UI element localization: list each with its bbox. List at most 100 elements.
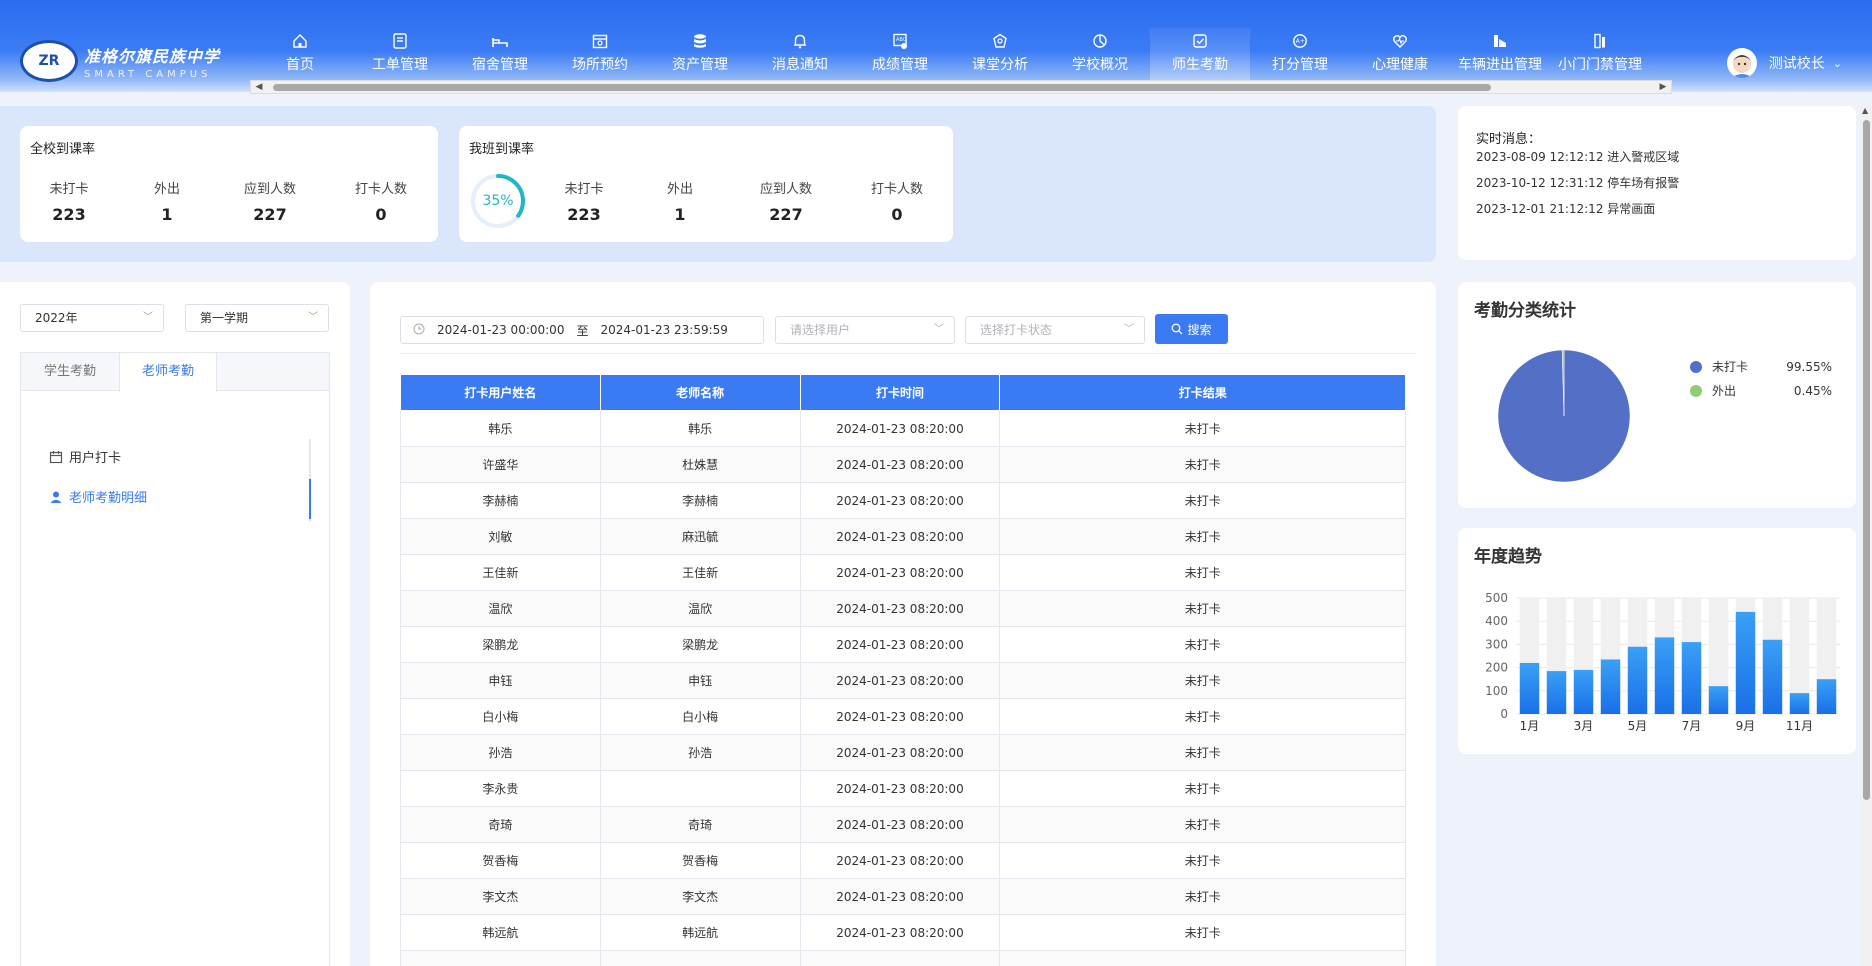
nav-item-10[interactable]: A+ 打分管理 — [1250, 28, 1350, 80]
bar[interactable] — [1789, 693, 1810, 714]
nav-item-label: 资产管理 — [672, 57, 728, 73]
nav-item-5[interactable]: 消息通知 — [750, 28, 850, 80]
table-cell: 梁鹏龙 — [599, 626, 801, 663]
nav-item-11[interactable]: 心理健康 — [1350, 28, 1450, 80]
status-select[interactable]: 选择打卡状态 ﹀ — [965, 316, 1145, 344]
school-logo[interactable]: ZR 准格尔旗民族中学 SMART CAMPUS — [20, 40, 220, 82]
legend-item-out[interactable]: 外出 0.45% — [1690, 382, 1832, 399]
date-start-input[interactable]: 2024-01-23 00:00:00 — [437, 323, 564, 337]
date-range-picker[interactable]: 2024-01-23 00:00:00 至 2024-01-23 23:59:5… — [400, 316, 764, 344]
user-select[interactable]: 请选择用户 ﹀ — [775, 316, 955, 344]
nav-item-12[interactable]: 车辆进出管理 — [1450, 28, 1550, 80]
x-tick-label: 9月 — [1736, 719, 1756, 733]
ticket-icon — [391, 32, 409, 50]
y-tick-label: 500 — [1485, 591, 1508, 605]
nav-scrollbar[interactable]: ◀ ▶ — [250, 80, 1672, 94]
bar[interactable] — [1600, 659, 1621, 714]
table-row[interactable]: 王佳新 王佳新 2024-01-23 08:20:00 未打卡 — [400, 554, 1406, 591]
tab-teacher-attendance[interactable]: 老师考勤 — [119, 353, 217, 392]
table-row[interactable]: 孙浩 孙浩 2024-01-23 08:20:00 未打卡 — [400, 734, 1406, 771]
nav-item-1[interactable]: 工单管理 — [350, 28, 450, 80]
table-row[interactable]: 李文杰 李文杰 2024-01-23 08:20:00 未打卡 — [400, 878, 1406, 915]
column-header[interactable]: 打卡结果 — [999, 374, 1406, 411]
search-button[interactable]: 搜索 — [1155, 314, 1228, 344]
legend-label: 外出 — [1712, 384, 1737, 398]
column-header[interactable]: 老师名称 — [599, 374, 801, 411]
table-row[interactable]: 申钰 申钰 2024-01-23 08:20:00 未打卡 — [400, 662, 1406, 699]
nav-item-8[interactable]: 学校概况 — [1050, 28, 1150, 80]
table-cell: 未打卡 — [999, 482, 1406, 519]
x-tick-label: 5月 — [1628, 719, 1648, 733]
table-row[interactable]: 李赫楠 李赫楠 2024-01-23 08:20:00 未打卡 — [400, 482, 1406, 519]
bar[interactable] — [1762, 639, 1783, 714]
message-item[interactable]: 2023-12-01 21:12:12 异常画面 — [1476, 200, 1655, 217]
nav-item-7[interactable]: 课堂分析 — [950, 28, 1050, 80]
page-scroll-thumb[interactable] — [1863, 120, 1870, 800]
nav-item-0[interactable]: 首页 — [250, 28, 350, 80]
nav-item-label: 学校概况 — [1072, 57, 1128, 73]
user-menu[interactable]: 测试校长 ⌄ — [1726, 48, 1842, 78]
scroll-up-icon[interactable]: ▲ — [1862, 106, 1868, 115]
year-select[interactable]: 2022年 ﹀ — [20, 304, 164, 332]
table-row[interactable] — [400, 950, 1406, 966]
table-row[interactable]: 温欣 温欣 2024-01-23 08:20:00 未打卡 — [400, 590, 1406, 627]
column-header[interactable]: 打卡用户姓名 — [400, 374, 601, 411]
yearly-trend-chart: 0 100 200 300 400 500 1月 3月 5月 7月 9月 11月 — [1485, 591, 1840, 733]
table-cell: 未打卡 — [999, 518, 1406, 555]
svg-text:ABC: ABC — [896, 37, 907, 43]
table-row[interactable]: 许盛华 杜姝慧 2024-01-23 08:20:00 未打卡 — [400, 446, 1406, 483]
menu-teacher-detail[interactable]: 老师考勤明细 — [49, 487, 147, 506]
bar[interactable] — [1708, 686, 1729, 714]
date-end-input[interactable]: 2024-01-23 23:59:59 — [600, 323, 727, 337]
x-tick-label: 7月 — [1682, 719, 1702, 733]
emblem-mark: ZR — [38, 53, 60, 69]
column-header[interactable]: 打卡时间 — [799, 374, 1001, 411]
nav-item-2[interactable]: 宿舍管理 — [450, 28, 550, 80]
y-tick-label: 100 — [1485, 684, 1508, 698]
scroll-right-icon[interactable]: ▶ — [1657, 81, 1669, 93]
table-cell: 未打卡 — [999, 770, 1406, 807]
tab-student-attendance[interactable]: 学生考勤 — [21, 353, 119, 390]
bar[interactable] — [1627, 646, 1648, 714]
table-cell: 2024-01-23 08:20:00 — [799, 446, 1001, 483]
table-cell: 2024-01-23 08:20:00 — [799, 698, 1001, 735]
table-row[interactable]: 李永贵 2024-01-23 08:20:00 未打卡 — [400, 770, 1406, 807]
table-cell: 2024-01-23 08:20:00 — [799, 734, 1001, 771]
bar[interactable] — [1519, 662, 1540, 714]
legend-item-unpunched[interactable]: 未打卡 99.55% — [1690, 358, 1832, 375]
table-cell: 未打卡 — [999, 446, 1406, 483]
bar[interactable] — [1573, 669, 1594, 714]
year-select-value: 2022年 — [35, 311, 78, 325]
table-cell: 未打卡 — [999, 734, 1406, 771]
bar[interactable] — [1681, 642, 1702, 714]
bar[interactable] — [1735, 611, 1756, 714]
table-cell: 2024-01-23 08:20:00 — [799, 590, 1001, 627]
bar[interactable] — [1654, 637, 1675, 714]
page-scrollbar[interactable]: ▲ — [1860, 106, 1872, 966]
nav-item-13[interactable]: 小门门禁管理 — [1550, 28, 1650, 80]
table-cell: 孙浩 — [599, 734, 801, 771]
scroll-left-icon[interactable]: ◀ — [253, 81, 265, 93]
nav-item-3[interactable]: 场所预约 — [550, 28, 650, 80]
message-item[interactable]: 2023-08-09 12:12:12 进入警戒区域 — [1476, 148, 1679, 165]
bar[interactable] — [1816, 679, 1837, 714]
school-rate-card: 全校到课率 未打卡 223 外出 1 应到人数 227 打卡人数 0 — [20, 126, 438, 242]
table-cell: 杜姝慧 — [599, 446, 801, 483]
bar[interactable] — [1546, 671, 1567, 714]
nav-scroll-thumb[interactable] — [273, 84, 1491, 91]
table-row[interactable]: 韩远航 韩远航 2024-01-23 08:20:00 未打卡 — [400, 914, 1406, 951]
nav-item-9[interactable]: 师生考勤 — [1150, 28, 1250, 80]
table-row[interactable]: 梁鹏龙 梁鹏龙 2024-01-23 08:20:00 未打卡 — [400, 626, 1406, 663]
menu-user-punch[interactable]: 用户打卡 — [49, 447, 121, 466]
table-row[interactable]: 奇琦 奇琦 2024-01-23 08:20:00 未打卡 — [400, 806, 1406, 843]
table-row[interactable]: 韩乐 韩乐 2024-01-23 08:20:00 未打卡 — [400, 410, 1406, 447]
nav-item-6[interactable]: ABC 成绩管理 — [850, 28, 950, 80]
table-row[interactable]: 贺香梅 贺香梅 2024-01-23 08:20:00 未打卡 — [400, 842, 1406, 879]
term-select[interactable]: 第一学期 ﹀ — [185, 304, 329, 332]
class-stat-out: 外出 1 — [666, 182, 693, 224]
table-row[interactable]: 白小梅 白小梅 2024-01-23 08:20:00 未打卡 — [400, 698, 1406, 735]
table-row[interactable]: 刘敏 麻迅毓 2024-01-23 08:20:00 未打卡 — [400, 518, 1406, 555]
message-item[interactable]: 2023-10-12 12:31:12 停车场有报警 — [1476, 174, 1679, 191]
nav-item-4[interactable]: 资产管理 — [650, 28, 750, 80]
school-stat-expected: 应到人数 227 — [243, 182, 296, 224]
